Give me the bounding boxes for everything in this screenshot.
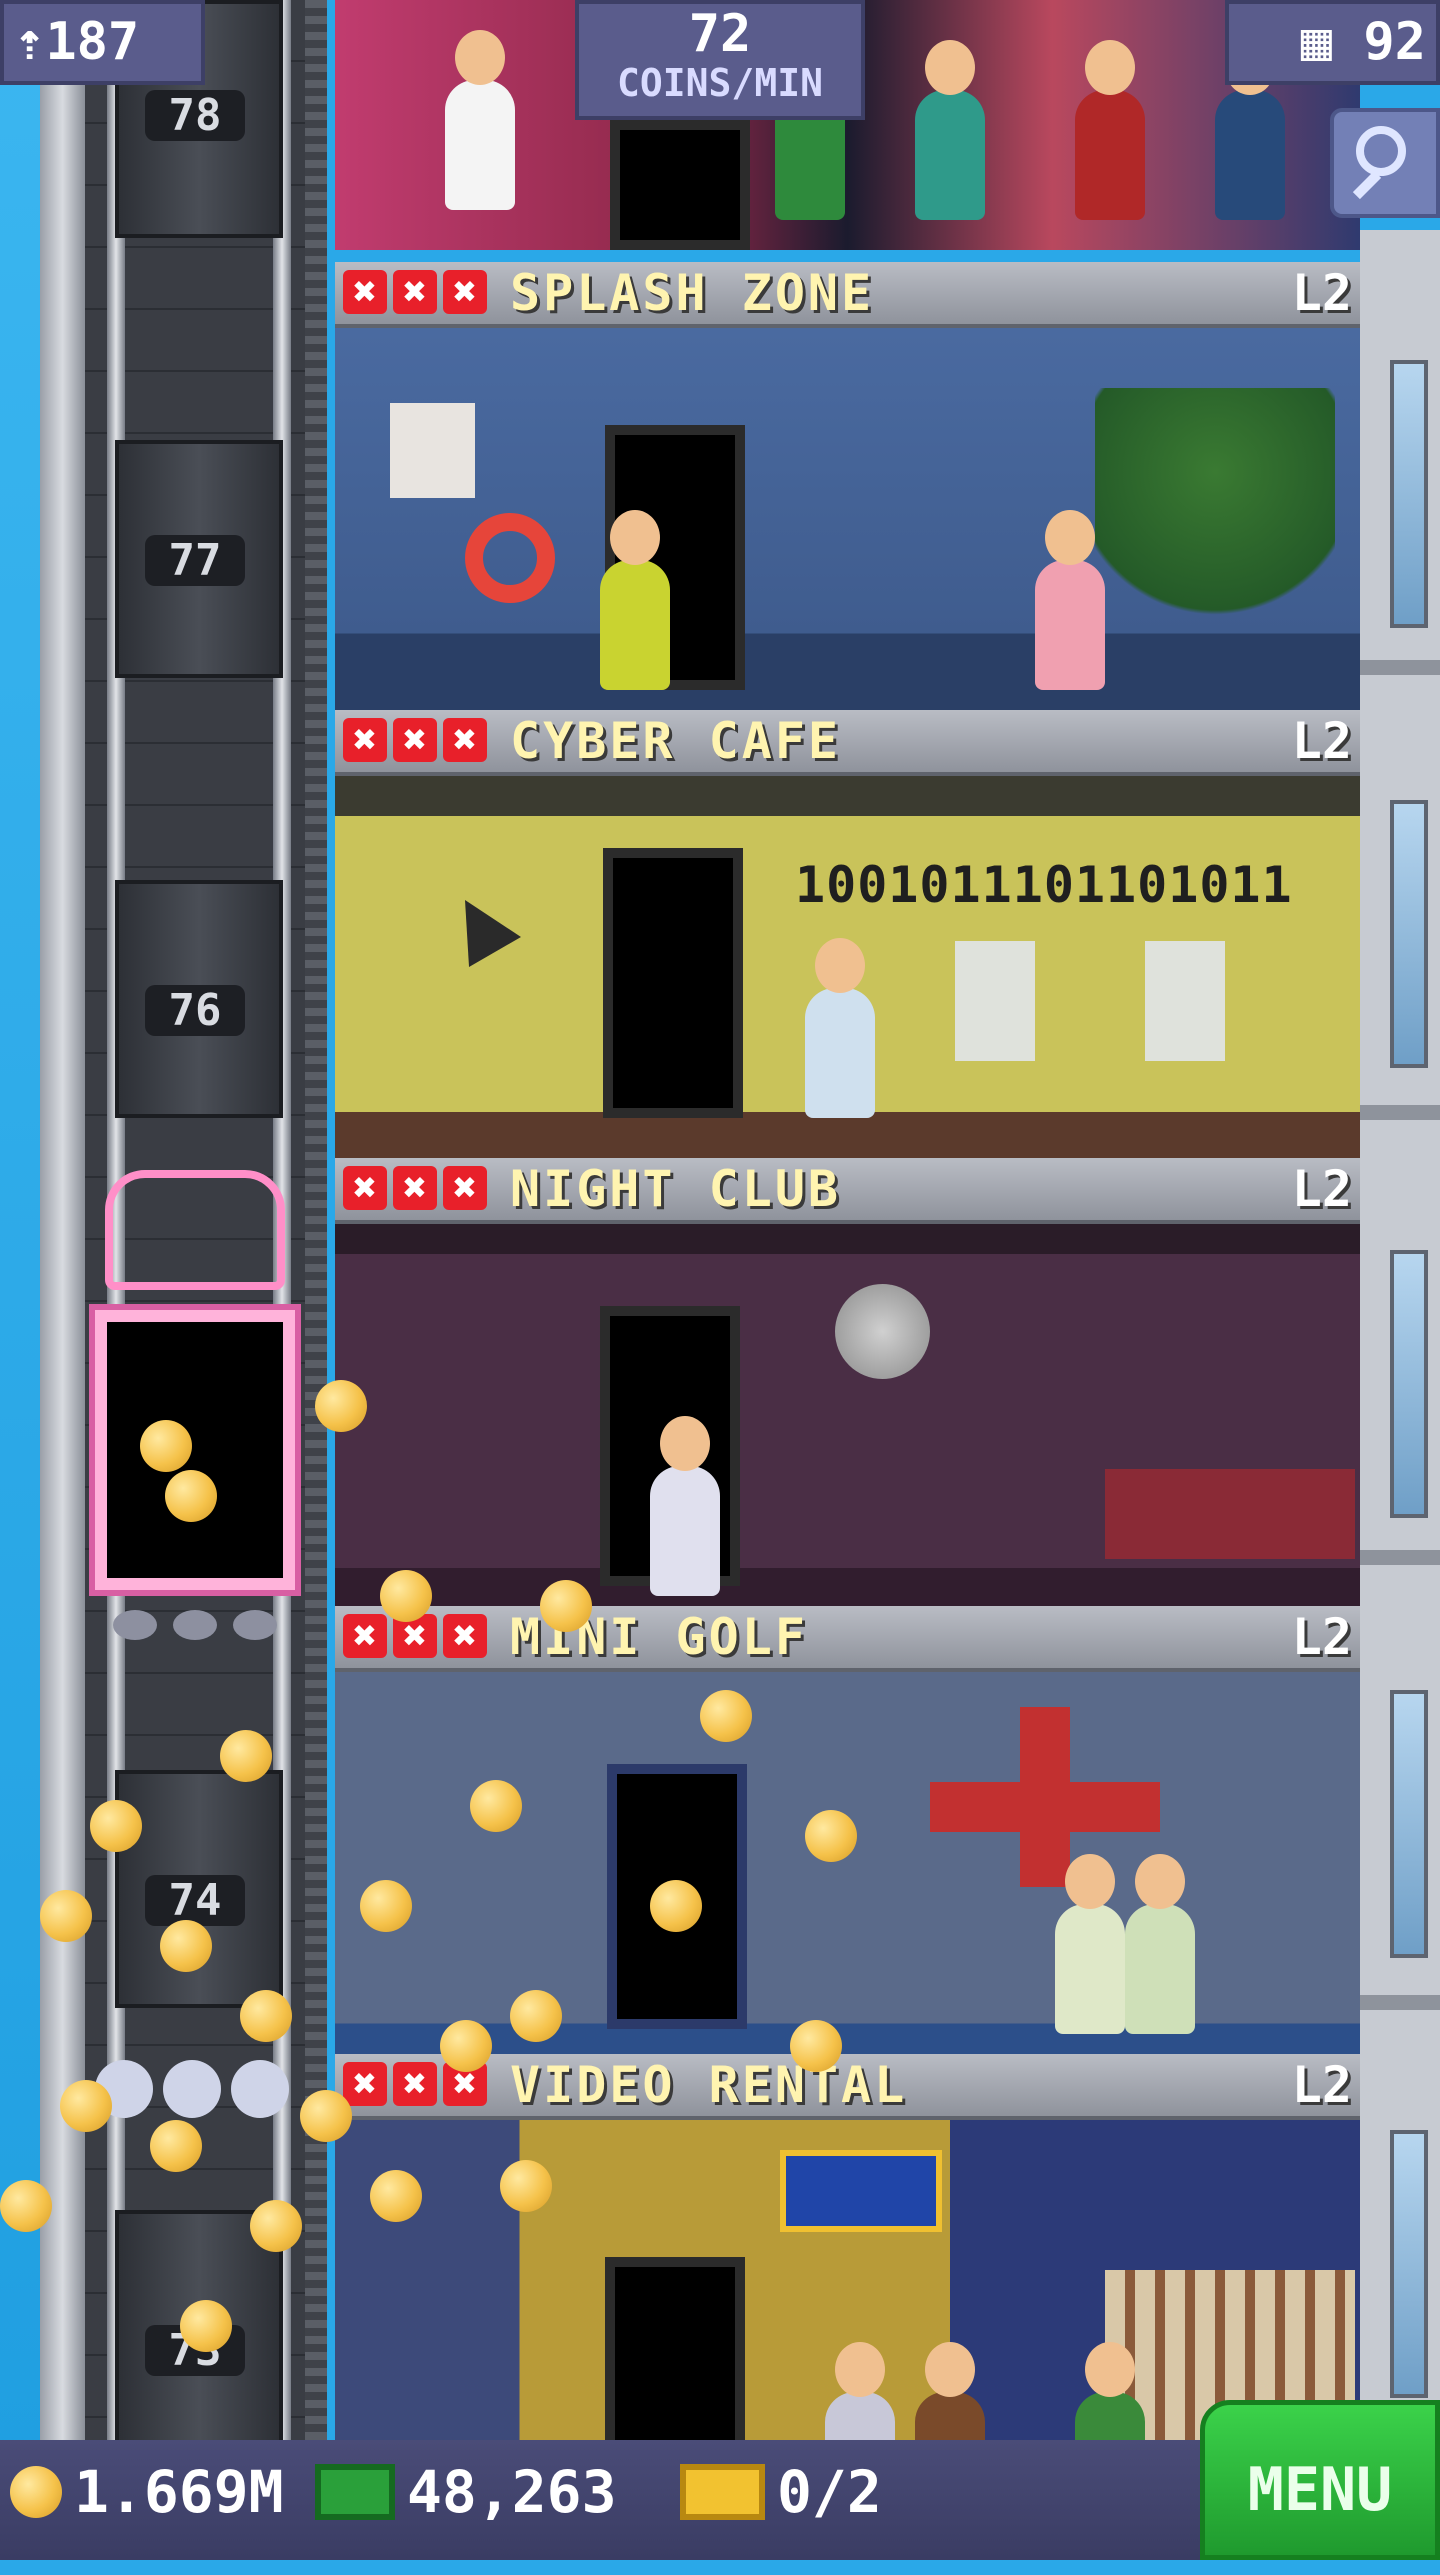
shaft-chain: [305, 0, 327, 2440]
elevator-floor-number: 78: [145, 90, 245, 141]
elevator-star-rating: [95, 2060, 289, 2118]
vip-ticket-icon: [680, 2464, 765, 2520]
empty-stock-icon: ✖: [393, 2062, 437, 2106]
resident[interactable]: [650, 1416, 720, 1596]
empty-stock-icon: ✖: [343, 2062, 387, 2106]
menu-button[interactable]: MENU: [1200, 2400, 1440, 2560]
resident[interactable]: [805, 938, 875, 1118]
empty-stock-icon: ✖: [443, 718, 487, 762]
floor-level: L2: [1291, 712, 1352, 770]
sky: [0, 0, 45, 2560]
coins-per-minute[interactable]: 72 COINS/MIN: [575, 0, 865, 120]
floor-stock-indicators: ✖ ✖ ✖: [343, 1166, 487, 1210]
cursor-icon: [439, 885, 521, 967]
floor-count-value: 92: [1363, 12, 1426, 72]
floor-door: [610, 120, 750, 250]
floor-counter[interactable]: ▦ 92: [1225, 0, 1440, 85]
floor-level: L2: [1291, 2056, 1352, 2114]
floor-stock-indicators: ✖ ✖ ✖: [343, 718, 487, 762]
window: [1390, 2130, 1428, 2398]
floor-name: NIGHT CLUB: [510, 1160, 842, 1218]
windmill-blades: [930, 1782, 1160, 1832]
floor-room: [335, 1672, 1360, 2054]
elevator-lights: [105, 1610, 285, 1650]
window: [1390, 1690, 1428, 1958]
population-value: 187: [45, 12, 140, 72]
window: [1390, 360, 1428, 628]
magnifier-icon: [1356, 126, 1406, 176]
resident[interactable]: [600, 510, 670, 690]
empty-stock-icon: ✖: [443, 1166, 487, 1210]
empty-stock-icon: ✖: [393, 270, 437, 314]
empty-stock-icon: ✖: [343, 1166, 387, 1210]
coins-per-min-unit: COINS/MIN: [617, 61, 823, 105]
floor-name: VIDEO RENTAL: [510, 2056, 908, 2114]
elevator-car[interactable]: [95, 1170, 295, 1650]
floor-room: [335, 1224, 1360, 1606]
resident[interactable]: [1215, 40, 1285, 220]
palm-tree: [1095, 388, 1335, 668]
resident[interactable]: [1125, 1854, 1195, 2034]
empty-stock-icon: ✖: [343, 270, 387, 314]
elevator-floor-number: 74: [145, 1875, 245, 1926]
vip-tickets-display[interactable]: 0/2: [680, 2458, 882, 2526]
floor-door: [603, 848, 743, 1118]
coin-icon: [10, 2466, 62, 2518]
empty-stock-icon: ✖: [393, 718, 437, 762]
floor-level: L2: [1291, 1160, 1352, 1218]
person-up-icon: ⇡: [14, 12, 46, 72]
couch: [1105, 1469, 1355, 1559]
floor-level: L2: [1291, 264, 1352, 322]
elevator-floor-number: 76: [145, 985, 245, 1036]
population-counter[interactable]: ⇡187: [0, 0, 205, 85]
search-button[interactable]: [1330, 108, 1440, 218]
floor-banner: ✖ ✖ ✖ CYBER CAFE L2: [335, 710, 1360, 776]
empty-stock-icon: ✖: [443, 270, 487, 314]
coins-per-min-value: 72: [688, 4, 752, 64]
floor-name: CYBER CAFE: [510, 712, 842, 770]
binary-display: 1001011101101011: [795, 856, 1293, 914]
floor-cyber-cafe[interactable]: ✖ ✖ ✖ CYBER CAFE L2 1001011101101011: [335, 710, 1360, 1158]
floor-stock-indicators: ✖ ✖ ✖: [343, 270, 487, 314]
floor-splash-zone[interactable]: ✖ ✖ ✖ SPLASH ZONE L2: [335, 262, 1360, 710]
empty-stock-icon: ✖: [443, 1614, 487, 1658]
coins-display[interactable]: 1.669M: [10, 2458, 284, 2526]
tickets-value: 0/2: [777, 2458, 882, 2526]
floor-banner: ✖ ✖ ✖ VIDEO RENTAL L2: [335, 2054, 1360, 2120]
floor-banner: ✖ ✖ ✖ NIGHT CLUB L2: [335, 1158, 1360, 1224]
window: [1390, 1250, 1428, 1518]
tower-outer-wall: [40, 0, 85, 2440]
empty-stock-icon: ✖: [393, 1166, 437, 1210]
elevator-floor-number: 77: [145, 535, 245, 586]
ticket-sign: [780, 2150, 942, 2232]
building-icon: ▦: [1300, 12, 1333, 72]
floor-room: 1001011101101011: [335, 776, 1360, 1158]
coins-value: 1.669M: [74, 2458, 284, 2526]
elevator-cabin: [95, 1310, 295, 1590]
resident[interactable]: [915, 40, 985, 220]
floor-banner: ✖ ✖ ✖ MINI GOLF L2: [335, 1606, 1360, 1672]
resident[interactable]: [445, 30, 515, 210]
floor-banner: ✖ ✖ ✖ SPLASH ZONE L2: [335, 262, 1360, 328]
life-ring-icon: [465, 513, 555, 603]
floor-room: [335, 328, 1360, 710]
floor-night-club[interactable]: ✖ ✖ ✖ NIGHT CLUB L2: [335, 1158, 1360, 1606]
window: [1390, 800, 1428, 1068]
empty-stock-icon: ✖: [343, 1614, 387, 1658]
bux-value: 48,263: [407, 2458, 617, 2526]
resident[interactable]: [1075, 40, 1145, 220]
magnifier-handle: [1352, 170, 1382, 200]
floor-stock-indicators: ✖ ✖ ✖: [343, 1614, 487, 1658]
bux-icon: [315, 2464, 395, 2520]
floor-level: L2: [1291, 1608, 1352, 1666]
computer-stations: [955, 941, 1335, 1061]
floor-name: SPLASH ZONE: [510, 264, 875, 322]
elevator-bow-decoration: [105, 1170, 285, 1290]
disco-ball: [835, 1284, 930, 1379]
poster: [390, 403, 475, 498]
resident[interactable]: [1055, 1854, 1125, 2034]
bux-display[interactable]: 48,263: [315, 2458, 617, 2526]
empty-stock-icon: ✖: [343, 718, 387, 762]
